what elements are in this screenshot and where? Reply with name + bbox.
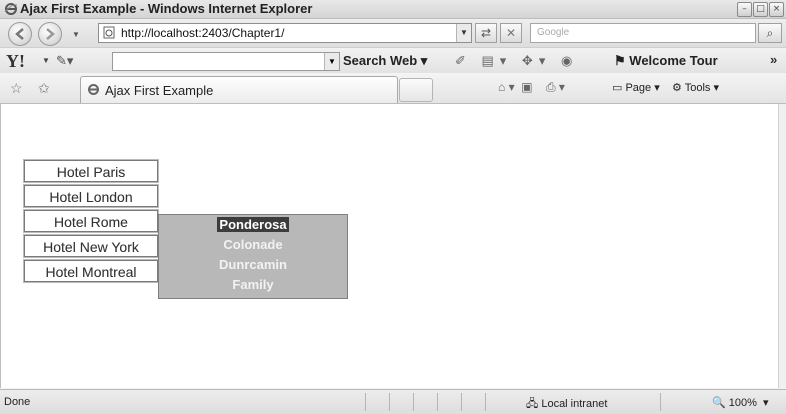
welcome-tour-button[interactable]: ⚑ Welcome Tour [614, 53, 718, 69]
tab-label: Ajax First Example [105, 83, 214, 98]
title-bar: Ajax First Example - Windows Internet Ex… [0, 0, 786, 19]
close-icon[interactable]: × [769, 2, 784, 17]
maximize-icon[interactable]: □ [753, 2, 768, 17]
url-dropdown-icon[interactable]: ▼ [456, 24, 471, 42]
forward-arrow-icon [46, 28, 55, 40]
hotel-button-london[interactable]: Hotel London [23, 184, 159, 208]
yahoo-search-input[interactable]: ▼ [112, 52, 340, 71]
minimize-icon[interactable]: – [737, 2, 752, 17]
hotel-button-paris[interactable]: Hotel Paris [23, 159, 159, 183]
hotel-list: Hotel Paris Hotel London Hotel Rome Hote… [23, 159, 159, 285]
zoom-control[interactable]: 🔍 100% ▾ [712, 396, 769, 409]
zoom-label: 100% [728, 397, 757, 409]
tab-bar: ☆ ✩ Ajax First Example ⌂ ▾ ▣ ⎙ ▾ ▭ Page … [0, 73, 786, 104]
yahoo-dropdown-icon[interactable]: ▼ [42, 56, 50, 65]
security-zone[interactable]: 🖧 Local intranet [526, 395, 607, 414]
search-input[interactable]: Google [530, 23, 756, 43]
page-icon [103, 26, 115, 39]
hotel-button-rome[interactable]: Hotel Rome [23, 209, 159, 233]
tools-menu[interactable]: ⚙ Tools ▾ [672, 81, 719, 94]
new-tab-button[interactable] [399, 78, 433, 102]
zone-label: Local intranet [541, 398, 608, 410]
popup-item-selected[interactable]: Ponderosa [159, 217, 347, 232]
home-feeds-icons[interactable]: ⌂ ▾ ▣ ⎙ ▾ [498, 80, 565, 95]
yahoo-toolbar: Y! ▼ ✎▾ ▼ Search Web ▾ ✐ ▤▾ ✥▾ ◉ ⚑ Welco… [0, 47, 786, 74]
status-bar: Done 🖧 Local intranet 🔍 100% ▾ [0, 389, 786, 414]
forward-button[interactable] [38, 22, 62, 46]
stop-button[interactable]: ✕ [500, 23, 522, 43]
welcome-tour-label: Welcome Tour [629, 53, 718, 68]
ie-logo-icon [4, 3, 18, 15]
add-favorites-icon[interactable]: ✩ [38, 80, 50, 97]
browser-window: Ajax First Example - Windows Internet Ex… [0, 0, 786, 414]
popup-item-label: Ponderosa [217, 217, 289, 232]
refresh-button[interactable]: ⇄ [475, 23, 497, 43]
tools-menu-label: Tools [684, 82, 711, 94]
search-web-label: Search Web [343, 53, 418, 68]
tab-ajax-first-example[interactable]: Ajax First Example [80, 76, 398, 103]
popup-item[interactable]: Dunrcamin [159, 257, 347, 272]
page-menu[interactable]: ▭ Page ▾ [612, 81, 660, 94]
ie-tab-icon [88, 84, 99, 95]
search-button[interactable]: ⌕ [758, 23, 782, 43]
search-placeholder: Google [537, 27, 570, 38]
popup-item[interactable]: Family [159, 277, 347, 292]
hotel-button-montreal[interactable]: Hotel Montreal [23, 259, 159, 283]
popup-item[interactable]: Colonade [159, 237, 347, 252]
history-dropdown-icon[interactable]: ▼ [72, 30, 80, 39]
url-field[interactable]: http://localhost:2403/Chapter1/ ▼ [98, 23, 472, 43]
yahoo-tool-icons[interactable]: ✐ ▤▾ ✥▾ ◉ [455, 53, 578, 69]
favorites-star-icon[interactable]: ☆ [10, 80, 23, 97]
back-arrow-icon [15, 28, 24, 40]
search-web-button[interactable]: Search Web ▾ [343, 53, 427, 69]
hotel-button-new-york[interactable]: Hotel New York [23, 234, 159, 258]
url-text[interactable]: http://localhost:2403/Chapter1/ [121, 26, 284, 40]
status-text: Done [4, 396, 31, 408]
more-chevron-icon[interactable]: » [770, 52, 777, 67]
window-title: Ajax First Example - Windows Internet Ex… [20, 1, 313, 16]
address-bar: ▼ http://localhost:2403/Chapter1/ ▼ ⇄ ✕ … [0, 19, 786, 47]
hotel-popup: Ponderosa Colonade Dunrcamin Family [158, 214, 348, 299]
page-content: Hotel Paris Hotel London Hotel Rome Hote… [0, 104, 779, 388]
page-menu-label: Page [625, 82, 652, 94]
yahoo-search-dropdown-icon[interactable]: ▼ [324, 53, 339, 70]
pencil-icon[interactable]: ✎▾ [56, 53, 73, 69]
yahoo-logo[interactable]: Y! [6, 51, 25, 72]
back-button[interactable] [8, 22, 32, 46]
vertical-scrollbar[interactable] [778, 104, 786, 388]
